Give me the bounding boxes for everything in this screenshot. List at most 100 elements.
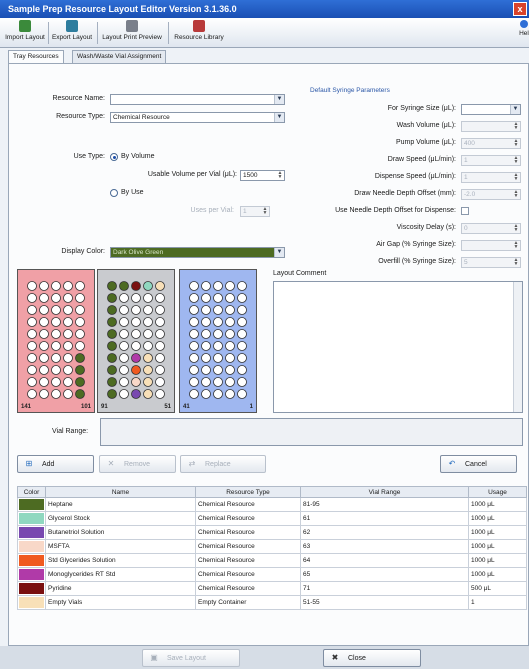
vial-slot[interactable] (143, 317, 153, 327)
vial-slot[interactable] (107, 293, 117, 303)
vial-slot[interactable] (107, 353, 117, 363)
vial-slot[interactable] (119, 389, 129, 399)
vial-slot[interactable] (143, 281, 153, 291)
spinner-arrows-icon[interactable]: ▲ ▼ (512, 190, 520, 199)
vial-slot[interactable] (63, 353, 73, 363)
vial-slot[interactable] (225, 317, 235, 327)
vial-slot[interactable] (155, 377, 165, 387)
vial-slot[interactable] (75, 329, 85, 339)
spinner-arrows-icon[interactable]: ▲ ▼ (276, 171, 284, 180)
vial-slot[interactable] (201, 281, 211, 291)
vial-slot[interactable] (75, 305, 85, 315)
vial-slot[interactable] (131, 341, 141, 351)
vial-slot[interactable] (39, 293, 49, 303)
vial-slot[interactable] (51, 341, 61, 351)
vial-slot[interactable] (189, 365, 199, 375)
vial-slot[interactable] (189, 317, 199, 327)
table-row[interactable]: Pyridine Chemical Resource 71 500 μL (17, 581, 527, 596)
vial-slot[interactable] (225, 377, 235, 387)
syringe-param-spinner[interactable]: -2.0 ▲ ▼ (461, 189, 521, 200)
vial-slot[interactable] (225, 365, 235, 375)
vial-slot[interactable] (51, 377, 61, 387)
vial-slot[interactable] (63, 281, 73, 291)
vial-tray[interactable]: 41 1 (179, 269, 257, 413)
vial-slot[interactable] (225, 341, 235, 351)
vial-slot[interactable] (75, 389, 85, 399)
vial-slot[interactable] (201, 341, 211, 351)
vial-slot[interactable] (63, 389, 73, 399)
vial-slot[interactable] (27, 341, 37, 351)
vial-slot[interactable] (131, 389, 141, 399)
vial-slot[interactable] (107, 329, 117, 339)
vial-slot[interactable] (119, 281, 129, 291)
vial-slot[interactable] (63, 317, 73, 327)
vial-slot[interactable] (225, 353, 235, 363)
vial-slot[interactable] (225, 281, 235, 291)
vial-slot[interactable] (107, 305, 117, 315)
vial-slot[interactable] (213, 329, 223, 339)
vial-slot[interactable] (237, 305, 247, 315)
spinner-arrows-icon[interactable]: ▲ ▼ (512, 122, 520, 131)
display-color-select[interactable]: Dark Olive Green ▼ (110, 247, 285, 258)
spinner-arrows-icon[interactable]: ▲ ▼ (512, 156, 520, 165)
import-layout-button[interactable]: Import Layout (4, 20, 46, 46)
vial-slot[interactable] (189, 353, 199, 363)
vial-slot[interactable] (201, 305, 211, 315)
table-row[interactable]: Std Glycerides Solution Chemical Resource… (17, 553, 527, 568)
vial-slot[interactable] (27, 329, 37, 339)
vial-slot[interactable] (39, 281, 49, 291)
vial-slot[interactable] (155, 305, 165, 315)
vial-slot[interactable] (119, 329, 129, 339)
vial-slot[interactable] (75, 293, 85, 303)
vial-slot[interactable] (201, 329, 211, 339)
vial-slot[interactable] (155, 389, 165, 399)
vial-slot[interactable] (107, 365, 117, 375)
vial-slot[interactable] (75, 317, 85, 327)
vial-slot[interactable] (213, 293, 223, 303)
vial-slot[interactable] (63, 293, 73, 303)
vial-slot[interactable] (155, 281, 165, 291)
vial-slot[interactable] (213, 365, 223, 375)
vial-slot[interactable] (107, 377, 117, 387)
vial-slot[interactable] (63, 329, 73, 339)
syringe-param-spinner[interactable]: 1 ▲ ▼ (461, 155, 521, 166)
vial-slot[interactable] (27, 389, 37, 399)
vial-slot[interactable] (237, 329, 247, 339)
save-layout-button[interactable]: ▣ Save Layout (142, 649, 240, 667)
vial-slot[interactable] (155, 317, 165, 327)
vial-slot[interactable] (237, 341, 247, 351)
vial-slot[interactable] (119, 305, 129, 315)
column-header-usage[interactable]: Usage (468, 486, 527, 498)
vial-slot[interactable] (155, 353, 165, 363)
chevron-down-icon[interactable]: ▼ (510, 105, 520, 114)
needle-depth-offset-checkbox[interactable] (461, 207, 469, 215)
table-row[interactable]: Monoglycerides RT Std Chemical Resource 65… (17, 567, 527, 582)
vial-slot[interactable] (63, 377, 73, 387)
vial-slot[interactable] (213, 281, 223, 291)
vial-slot[interactable] (201, 353, 211, 363)
vial-slot[interactable] (131, 293, 141, 303)
vial-slot[interactable] (225, 329, 235, 339)
spinner-arrows-icon[interactable]: ▲ ▼ (261, 207, 269, 216)
vial-slot[interactable] (107, 281, 117, 291)
cancel-button[interactable]: ↶ Cancel (440, 455, 517, 473)
syringe-param-spinner[interactable]: 0 ▲ ▼ (461, 223, 521, 234)
vial-slot[interactable] (27, 365, 37, 375)
spinner-arrows-icon[interactable]: ▲ ▼ (512, 173, 520, 182)
vial-slot[interactable] (39, 365, 49, 375)
syringe-param-spinner[interactable]: 5 ▲ ▼ (461, 257, 521, 268)
vial-slot[interactable] (201, 293, 211, 303)
vial-slot[interactable] (189, 305, 199, 315)
vial-slot[interactable] (155, 341, 165, 351)
vial-slot[interactable] (189, 341, 199, 351)
vial-slot[interactable] (75, 377, 85, 387)
vial-slot[interactable] (63, 365, 73, 375)
by-use-radio[interactable] (110, 189, 118, 197)
vial-tray[interactable]: 91 51 (97, 269, 175, 413)
vial-slot[interactable] (143, 389, 153, 399)
vial-slot[interactable] (155, 329, 165, 339)
vial-slot[interactable] (143, 365, 153, 375)
vial-slot[interactable] (131, 305, 141, 315)
vial-slot[interactable] (119, 377, 129, 387)
vial-slot[interactable] (237, 365, 247, 375)
